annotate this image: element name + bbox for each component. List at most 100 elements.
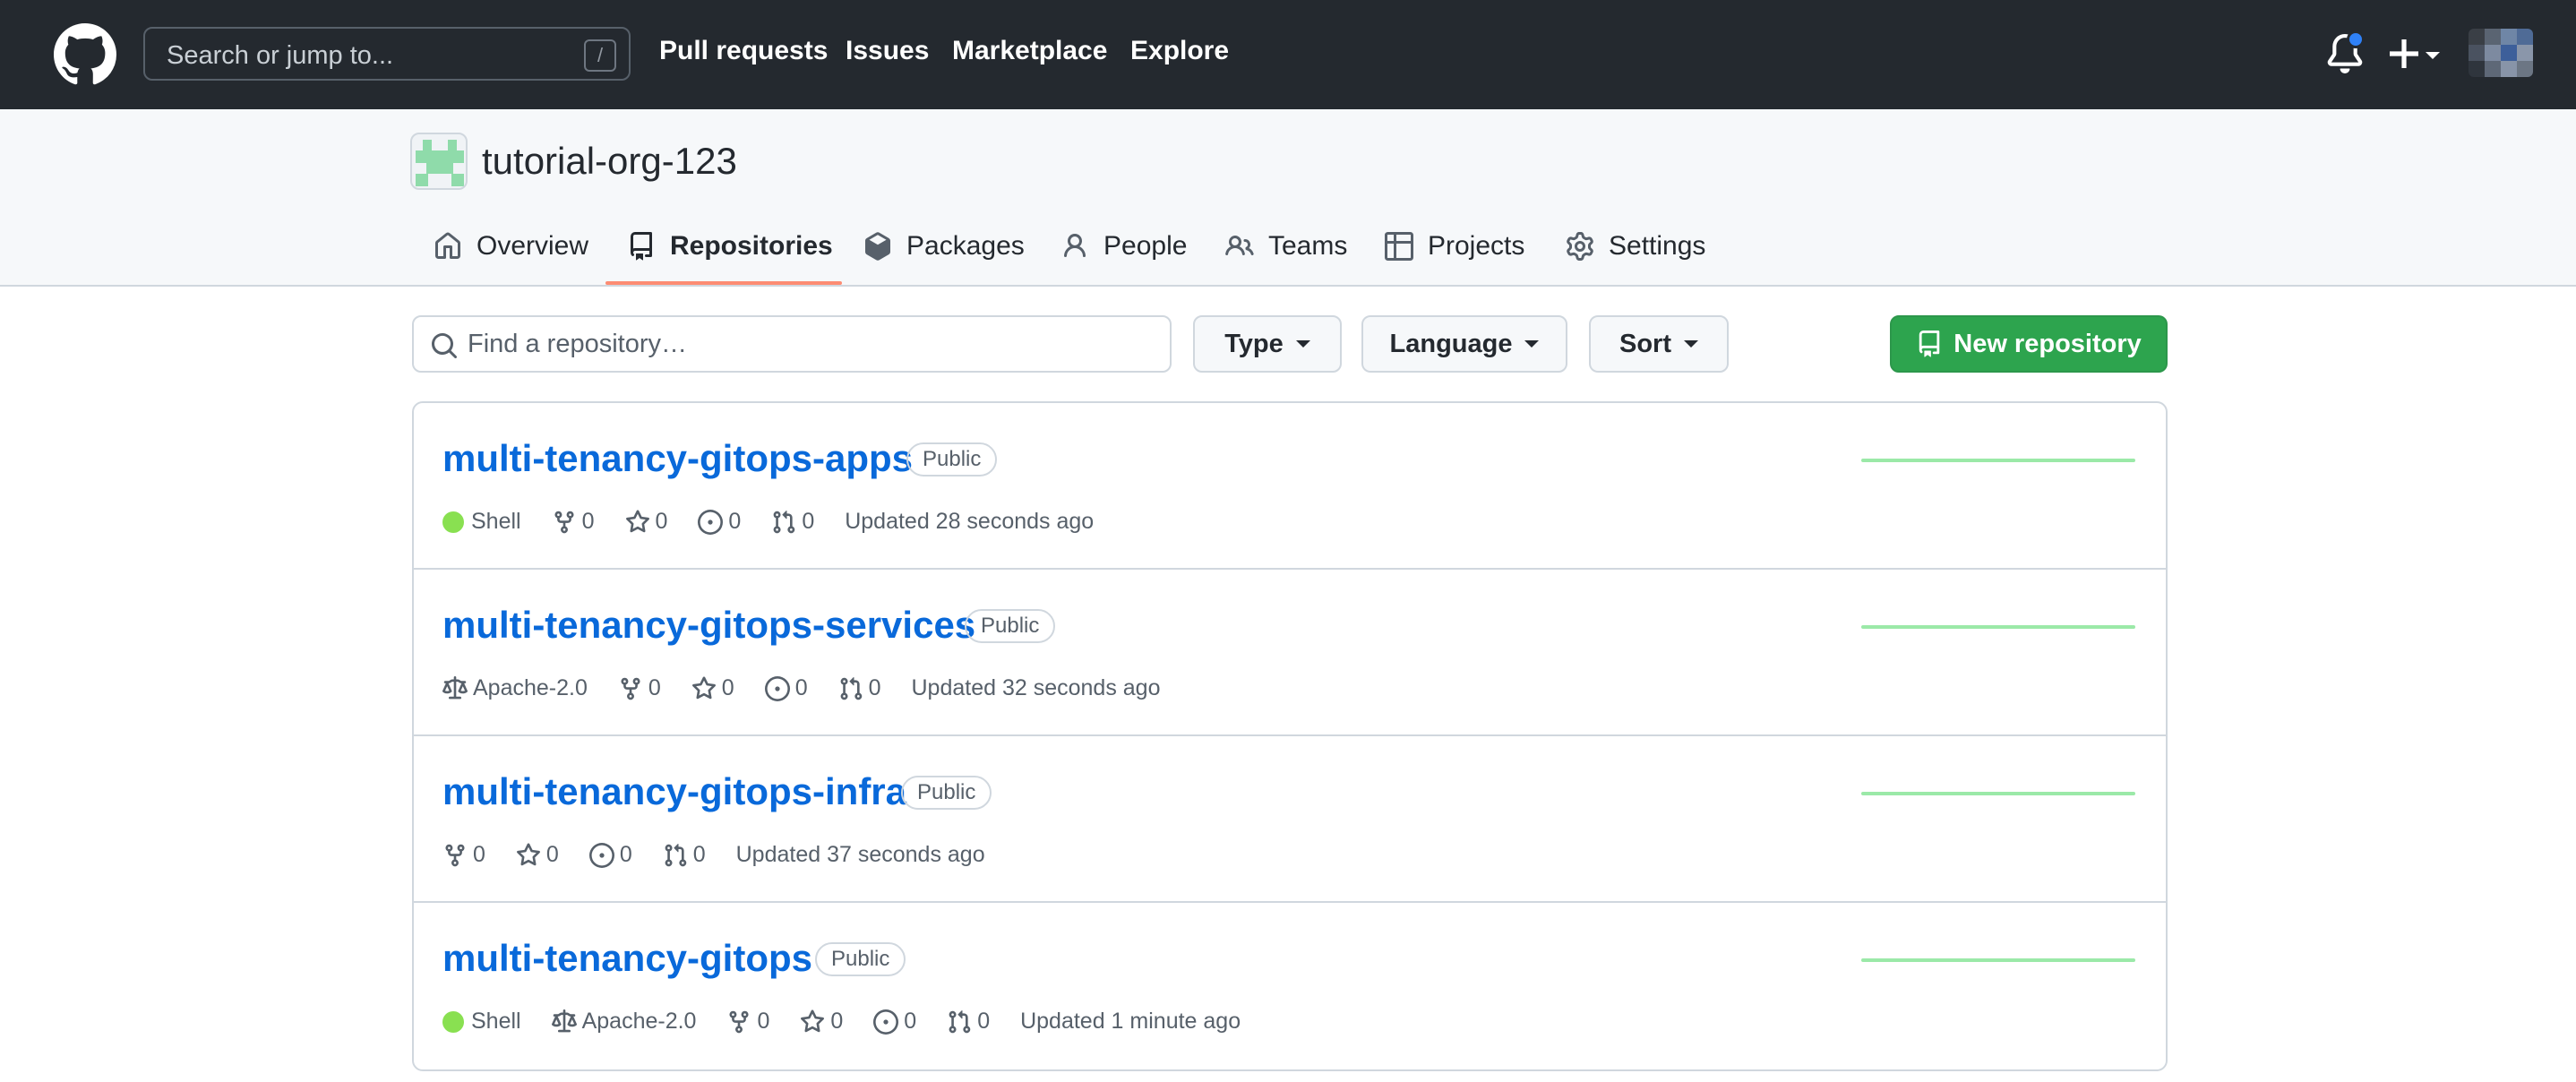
chevron-down-icon xyxy=(1684,340,1698,348)
license-tag: Apache-2.0 xyxy=(551,1009,697,1035)
sort-label: Sort xyxy=(1619,329,1671,358)
fork-icon xyxy=(621,677,640,700)
tab-people[interactable]: People xyxy=(1060,222,1187,270)
stars-link[interactable]: 0 xyxy=(800,1009,843,1035)
pull-requests-link[interactable]: 0 xyxy=(663,842,706,868)
stars-link[interactable]: 0 xyxy=(516,842,559,868)
pull-requests-link[interactable]: 0 xyxy=(838,675,881,701)
license-tag: Apache-2.0 xyxy=(442,675,588,701)
type-filter-button[interactable]: Type xyxy=(1193,315,1342,373)
table-icon xyxy=(1385,232,1413,261)
create-new-plus-icon[interactable] xyxy=(2388,34,2442,73)
language-color-dot xyxy=(442,511,464,533)
new-repository-button[interactable]: New repository xyxy=(1890,315,2168,373)
nav-issues[interactable]: Issues xyxy=(846,36,929,66)
org-name[interactable]: tutorial-org-123 xyxy=(482,140,737,183)
home-icon xyxy=(435,232,460,259)
star-icon xyxy=(516,842,540,865)
repository-item: multi-tenancy-gitops-apps Public Shell 0… xyxy=(414,403,2166,570)
nav-pull-requests[interactable]: Pull requests xyxy=(659,36,828,66)
global-search-input[interactable]: Search or jump to... / xyxy=(143,27,631,81)
search-placeholder: Search or jump to... xyxy=(167,41,394,70)
nav-marketplace[interactable]: Marketplace xyxy=(952,36,1107,66)
license-label: Apache-2.0 xyxy=(473,675,588,700)
pull-requests-link[interactable]: 0 xyxy=(771,509,814,535)
pull-requests-link[interactable]: 0 xyxy=(947,1009,990,1035)
visibility-badge: Public xyxy=(906,442,998,477)
pull-requests-count: 0 xyxy=(802,509,815,534)
activity-sparkline xyxy=(1861,958,2135,962)
license-label: Apache-2.0 xyxy=(581,1009,697,1034)
stars-link[interactable]: 0 xyxy=(625,509,667,535)
user-avatar[interactable] xyxy=(2469,29,2533,77)
find-repository-input[interactable] xyxy=(468,324,1148,364)
tab-people-label: People xyxy=(1103,231,1188,261)
gear-icon xyxy=(1567,232,1593,261)
tab-overview-label: Overview xyxy=(477,231,589,261)
updated-timestamp: Updated 37 seconds ago xyxy=(735,842,985,867)
forks-link[interactable]: 0 xyxy=(618,675,661,701)
repository-name-link[interactable]: multi-tenancy-gitops-services xyxy=(442,604,975,647)
fork-icon xyxy=(554,511,574,533)
forks-link[interactable]: 0 xyxy=(726,1009,769,1035)
tab-settings-label: Settings xyxy=(1609,231,1706,261)
find-repository-field[interactable] xyxy=(412,315,1172,373)
issues-link[interactable]: 0 xyxy=(698,509,741,535)
stars-link[interactable]: 0 xyxy=(691,675,734,701)
issue-icon xyxy=(764,675,790,701)
sort-button[interactable]: Sort xyxy=(1589,315,1729,373)
issues-count: 0 xyxy=(619,842,632,867)
repository-name-link[interactable]: multi-tenancy-gitops-infra xyxy=(442,770,906,813)
issue-icon xyxy=(588,842,614,868)
repository-name-link[interactable]: multi-tenancy-gitops xyxy=(442,937,812,980)
pull-request-icon xyxy=(665,843,686,866)
repository-list: multi-tenancy-gitops-apps Public Shell 0… xyxy=(412,401,2168,1071)
search-shortcut-key: / xyxy=(584,39,616,72)
pull-request-icon xyxy=(840,676,862,700)
org-avatar[interactable] xyxy=(410,133,468,190)
pull-requests-count: 0 xyxy=(977,1009,991,1034)
repo-icon xyxy=(631,232,652,261)
tab-overview[interactable]: Overview xyxy=(434,222,588,270)
issue-icon xyxy=(698,509,724,535)
forks-link[interactable]: 0 xyxy=(552,509,595,535)
star-icon xyxy=(801,1009,825,1032)
language-tag: Shell xyxy=(442,1009,521,1035)
global-header: Search or jump to... / Pull requests Iss… xyxy=(0,0,2576,109)
tab-projects[interactable]: Projects xyxy=(1385,222,1524,270)
nav-explore[interactable]: Explore xyxy=(1130,36,1229,66)
activity-sparkline xyxy=(1861,792,2135,795)
tab-repositories[interactable]: Repositories xyxy=(627,222,833,270)
activity-sparkline xyxy=(1861,625,2135,629)
github-logo-icon[interactable] xyxy=(54,23,116,86)
fork-icon xyxy=(729,1010,749,1033)
issues-link[interactable]: 0 xyxy=(873,1009,916,1035)
issues-link[interactable]: 0 xyxy=(764,675,808,701)
tab-teams[interactable]: Teams xyxy=(1225,222,1347,270)
repository-item: multi-tenancy-gitops-infra Public 0 0 0 … xyxy=(414,736,2166,903)
type-filter-label: Type xyxy=(1224,329,1284,358)
pull-requests-count: 0 xyxy=(692,842,706,867)
tab-settings[interactable]: Settings xyxy=(1566,222,1705,270)
updated-timestamp: Updated 28 seconds ago xyxy=(845,509,1095,534)
chevron-down-icon xyxy=(1295,340,1310,348)
repository-name-link[interactable]: multi-tenancy-gitops-apps xyxy=(442,437,913,480)
language-filter-button[interactable]: Language xyxy=(1361,315,1567,373)
people-icon xyxy=(1225,235,1254,256)
activity-sparkline xyxy=(1861,459,2135,462)
star-icon xyxy=(691,675,716,699)
law-icon xyxy=(442,675,468,699)
language-color-dot xyxy=(442,1010,464,1033)
package-icon xyxy=(865,232,890,261)
new-repository-label: New repository xyxy=(1953,329,2142,358)
visibility-badge: Public xyxy=(965,609,1056,643)
issues-link[interactable]: 0 xyxy=(588,842,632,868)
forks-count: 0 xyxy=(581,509,595,534)
language-label: Shell xyxy=(471,1009,521,1034)
repository-meta: Apache-2.0 0 0 0 0 Updated 32 seconds ag… xyxy=(442,675,1191,701)
forks-link[interactable]: 0 xyxy=(442,842,485,868)
tab-teams-label: Teams xyxy=(1268,231,1348,261)
tab-packages[interactable]: Packages xyxy=(863,222,1025,270)
updated-timestamp: Updated 32 seconds ago xyxy=(911,675,1161,700)
pull-request-icon xyxy=(949,1009,971,1033)
